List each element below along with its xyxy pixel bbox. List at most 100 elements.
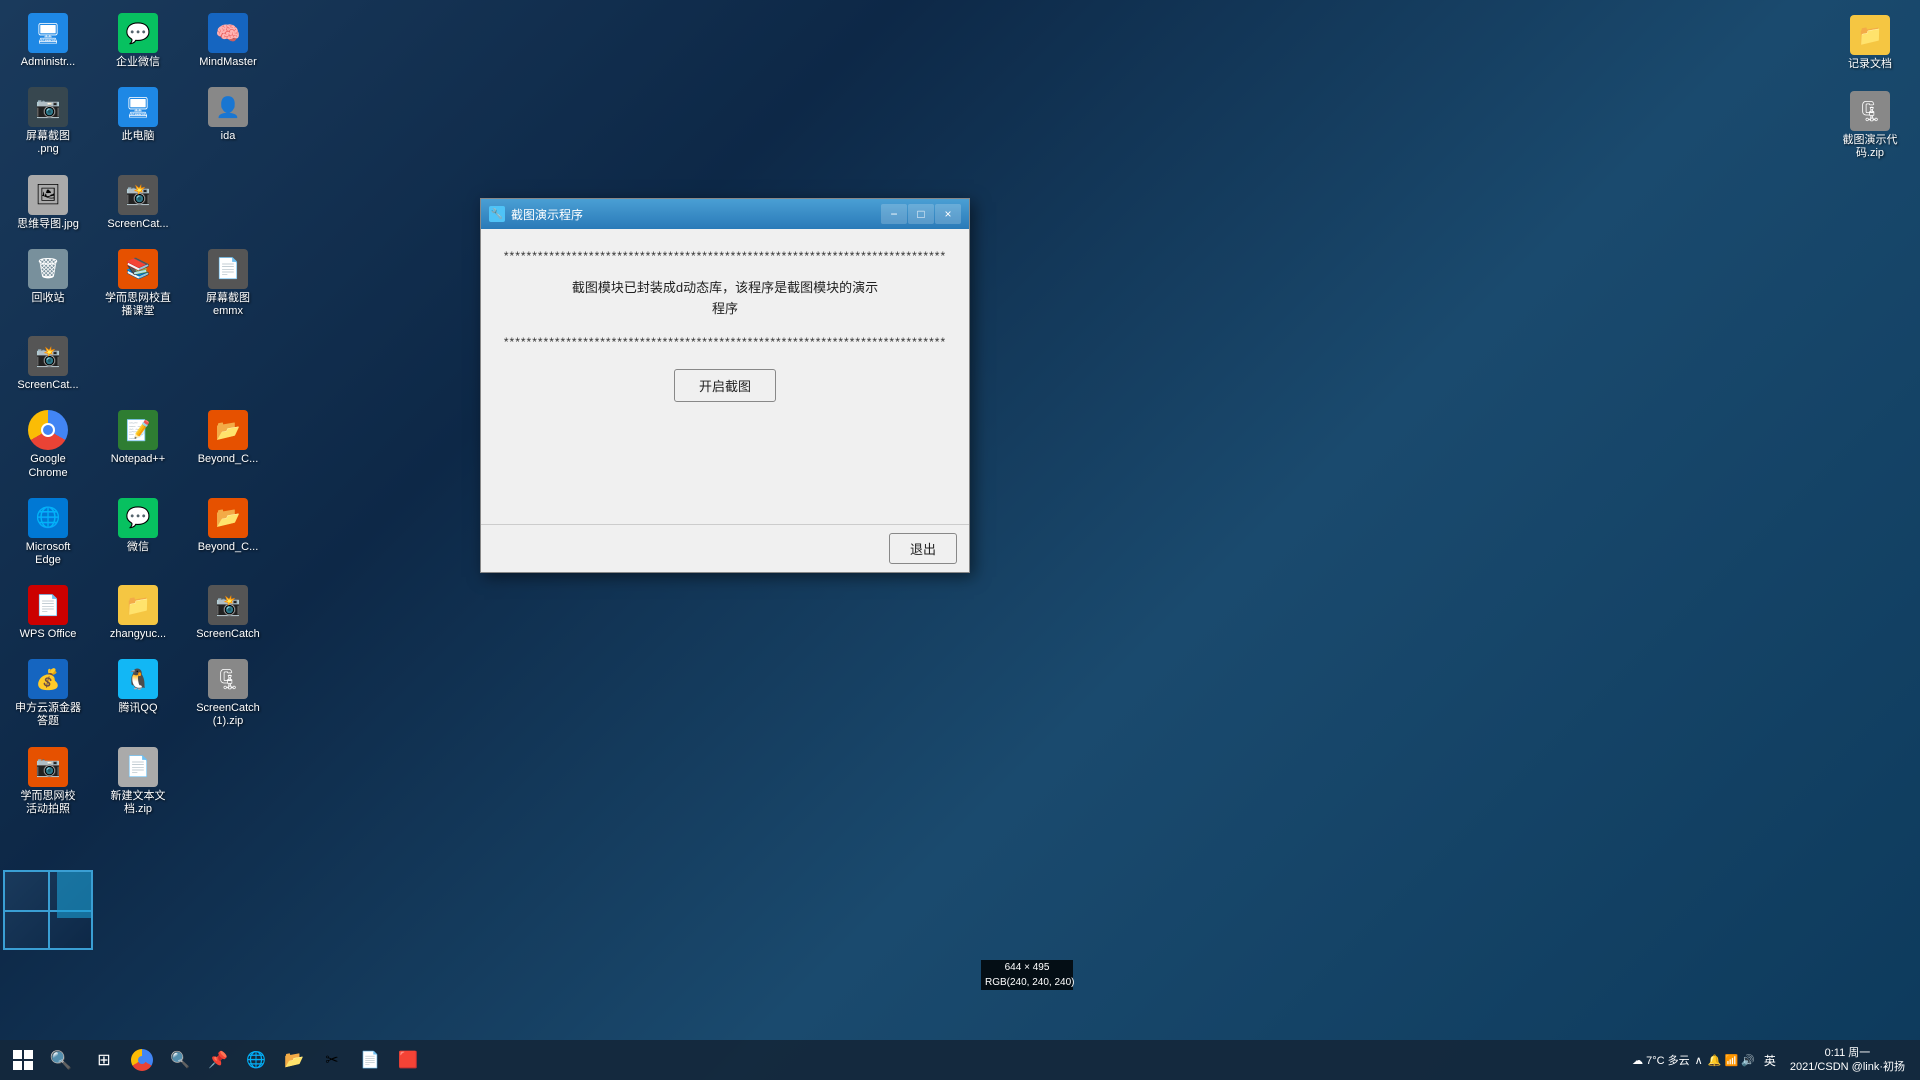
taskbar-app-3[interactable]: 🔍 [162, 1042, 198, 1078]
system-icons: 🔔 📶 🔊 [1708, 1054, 1755, 1067]
icon-label: 屏幕截图emmx [206, 292, 250, 318]
dialog-content: ****************************************… [481, 229, 969, 524]
icon-label: Notepad++ [111, 453, 165, 466]
desktop-icon-wps[interactable]: 📄 WPS Office [8, 580, 88, 646]
preview-container: 644 × 495 RGB(240, 240, 240) [981, 960, 1073, 990]
start-button[interactable] [5, 1042, 41, 1078]
desktop-icon-this-pc[interactable]: 🖥 此电脑 [98, 82, 178, 161]
dialog-title: 截图演示程序 [511, 206, 881, 223]
icon-label: MicrosoftEdge [26, 541, 71, 567]
taskbar: 🔍 ⊞ 🔍 📌 🌐 📂 ✂ 📄 🟥 [0, 1040, 1920, 1080]
desktop-icon-new-txt[interactable]: 📄 新建文本文档.zip [98, 742, 178, 821]
icon-label: WPS Office [20, 628, 77, 641]
desktop-icon-screencatch-zip[interactable]: 🗜 ScreenCatch(1).zip [188, 654, 268, 733]
taskbar-app-9[interactable]: 🟥 [390, 1042, 426, 1078]
right-desktop-icons: 📁 记录文档 🗜 截图演示代码.zip [1820, 0, 1920, 176]
icon-label: ScreenCat... [107, 218, 168, 231]
desktop-icon-mindmaster[interactable]: 🧠 MindMaster [188, 8, 268, 74]
desktop-icon-huishou[interactable]: 🗑 回收站 [8, 244, 88, 323]
clock-time: 0:11 周一 [1790, 1046, 1905, 1060]
desktop-icon-screenshot[interactable]: 📷 屏幕截图.png [8, 82, 88, 161]
desktop-icon-ida[interactable]: 👤 ida [188, 82, 268, 161]
desktop-icon-beyond-c2[interactable]: 📂 Beyond_C... [188, 493, 268, 572]
desktop-icon-qq[interactable]: 🐧 腾讯QQ [98, 654, 178, 733]
system-weather: ☁ 7°C 多云 [1632, 1052, 1690, 1068]
desktop-icon-google-chrome[interactable]: GoogleChrome [8, 405, 88, 484]
icon-label: ida [221, 130, 236, 143]
icon-label: 思维导图.jpg [17, 218, 79, 231]
taskbar-app-taskview[interactable]: ⊞ [86, 1042, 122, 1078]
icon-label: ScreenCatch(1).zip [196, 702, 260, 728]
system-caret[interactable]: ∧ [1695, 1054, 1703, 1067]
weather-icon: ☁ [1632, 1054, 1643, 1067]
dialog-stars-top: ****************************************… [501, 249, 949, 263]
icon-label: 截图演示代码.zip [1843, 134, 1898, 160]
preview-thumbnail [3, 870, 93, 950]
icon-label: 申方云源金器答题 [15, 702, 81, 728]
desktop-icon-beyond-c[interactable]: 📂 Beyond_C... [188, 405, 268, 484]
desktop-icon-jilu[interactable]: 📁 记录文档 [1830, 10, 1910, 76]
desktop-icon-qiyeweixin[interactable]: 💬 企业微信 [98, 8, 178, 74]
system-clock[interactable]: 0:11 周一 2021/CSDN @link·初扬 [1785, 1044, 1910, 1077]
search-button[interactable]: 🔍 [43, 1042, 79, 1078]
desktop-icon-pingmu-emmx[interactable]: 📄 屏幕截图emmx [188, 244, 268, 323]
preview-dimensions: 644 × 495 [981, 960, 1073, 975]
icon-label: 企业微信 [116, 56, 160, 69]
desktop: 🖥 Administr... 💬 企业微信 🧠 MindMaster 📷 屏幕截… [0, 0, 1920, 1040]
dialog-maximize-button[interactable]: □ [908, 204, 934, 224]
icon-label: 学而思网校直播课堂 [105, 292, 171, 318]
dialog-footer: 退出 [481, 524, 969, 572]
icon-label: zhangyuc... [110, 628, 166, 641]
desktop-icon-administrator[interactable]: 🖥 Administr... [8, 8, 88, 74]
dialog-app-icon: 🔧 [489, 206, 505, 222]
icon-label: 新建文本文档.zip [111, 790, 166, 816]
preview-rgb: RGB(240, 240, 240) [981, 975, 1073, 990]
taskbar-app-7[interactable]: ✂ [314, 1042, 350, 1078]
input-method[interactable]: 英 [1760, 1050, 1780, 1071]
weather-temp: 7°C 多云 [1646, 1052, 1690, 1068]
icon-label: Beyond_C... [198, 541, 259, 554]
icon-label: ScreenCatch [196, 628, 260, 641]
icon-label: 微信 [127, 541, 149, 554]
icon-label: 学而思网校活动拍照 [21, 790, 76, 816]
start-capture-button[interactable]: 开启截图 [674, 369, 776, 402]
desktop-icon-xueshenyixiao2[interactable]: 📷 学而思网校活动拍照 [8, 742, 88, 821]
desktop-icon-sixiang[interactable]: 🖼 思维导图.jpg [8, 170, 88, 236]
dialog-minimize-button[interactable]: − [881, 204, 907, 224]
taskbar-app-chrome[interactable] [124, 1042, 160, 1078]
clock-date: 2021/CSDN @link·初扬 [1790, 1060, 1905, 1074]
desktop-icon-screencatch3[interactable]: 📸 ScreenCatch [188, 580, 268, 646]
icon-label: 屏幕截图.png [26, 130, 70, 156]
desktop-icon-screencatch[interactable]: 📸 ScreenCat... [98, 170, 178, 236]
icon-label: 回收站 [32, 292, 65, 305]
dialog-message: 截图模块已封装成d动态库，该程序是截图模块的演示 程序 [572, 278, 878, 320]
icon-label: MindMaster [199, 56, 256, 69]
desktop-icon-notepadpp[interactable]: 📝 Notepad++ [98, 405, 178, 484]
icon-label: Beyond_C... [198, 453, 259, 466]
dialog-jietushiyan[interactable]: 🔧 截图演示程序 − □ × *************************… [480, 198, 970, 573]
taskbar-app-6[interactable]: 📂 [276, 1042, 312, 1078]
desktop-icon-edge[interactable]: 🌐 MicrosoftEdge [8, 493, 88, 572]
icon-label: 此电脑 [122, 130, 155, 143]
taskbar-app-8[interactable]: 📄 [352, 1042, 388, 1078]
dialog-titlebar: 🔧 截图演示程序 − □ × [481, 199, 969, 229]
icon-label: GoogleChrome [28, 453, 67, 479]
icon-label: Administr... [21, 56, 75, 69]
dialog-controls: − □ × [881, 204, 961, 224]
icon-label: 记录文档 [1848, 58, 1892, 71]
exit-button[interactable]: 退出 [889, 533, 957, 564]
dialog-stars-bottom: ****************************************… [501, 335, 949, 349]
windows-icon [13, 1050, 33, 1070]
desktop-icon-xueshenyixiao[interactable]: 📚 学而思网校直播课堂 [98, 244, 178, 323]
taskbar-app-4[interactable]: 📌 [200, 1042, 236, 1078]
taskbar-app-5[interactable]: 🌐 [238, 1042, 274, 1078]
taskbar-pinned-apps: ⊞ 🔍 📌 🌐 📂 ✂ 📄 🟥 [86, 1042, 426, 1078]
desktop-icon-ufida[interactable]: 💰 申方云源金器答题 [8, 654, 88, 733]
desktop-icon-jietushiyan[interactable]: 🗜 截图演示代码.zip [1830, 86, 1910, 165]
desktop-icon-screencatch2[interactable]: 📸 ScreenCat... [8, 331, 88, 397]
dialog-close-button[interactable]: × [935, 204, 961, 224]
taskbar-system-tray: ☁ 7°C 多云 ∧ 🔔 📶 🔊 英 0:11 周一 2021/CSDN @li… [1632, 1044, 1915, 1077]
desktop-icon-weixin[interactable]: 💬 微信 [98, 493, 178, 572]
desktop-icon-zhangyuec[interactable]: 📁 zhangyuc... [98, 580, 178, 646]
icon-label: 腾讯QQ [118, 702, 157, 715]
